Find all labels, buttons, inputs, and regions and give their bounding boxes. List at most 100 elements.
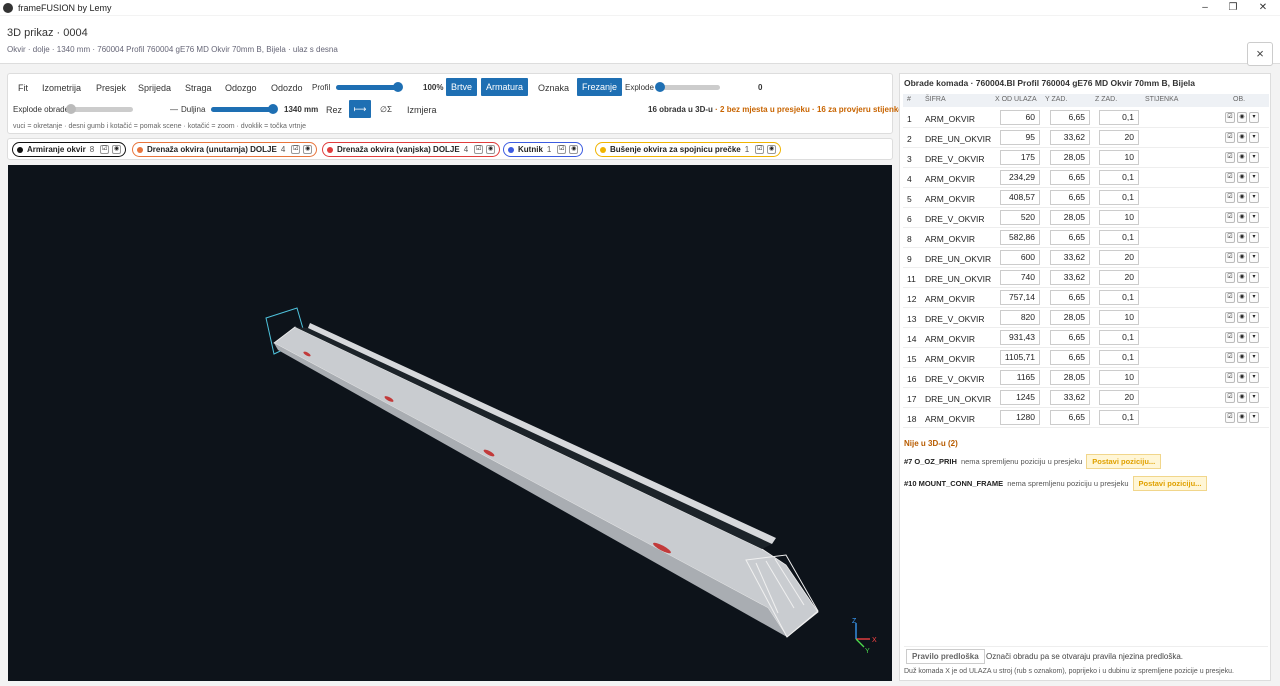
row-eye-icon[interactable]: ◉ [1237, 352, 1247, 363]
row-menu-icon[interactable]: ▾ [1249, 372, 1259, 383]
back-view-button[interactable]: Straga [185, 83, 212, 93]
row-eye-icon[interactable]: ◉ [1237, 312, 1247, 323]
row-menu-icon[interactable]: ▾ [1249, 192, 1259, 203]
row-menu-icon[interactable]: ▾ [1249, 292, 1259, 303]
table-row[interactable]: 5ARM_OKVIR408,576,650,1probija☑◉▾ [903, 188, 1269, 208]
table-row[interactable]: 17DRE_UN_OKVIR124533,62206.5 mm izvan pr… [903, 388, 1269, 408]
minimize-icon[interactable]: – [1190, 0, 1220, 15]
row-checkbox-icon[interactable]: ☑ [1225, 172, 1235, 183]
x-input[interactable]: 931,43 [1000, 330, 1040, 345]
layer-chip[interactable]: Kutnik 1 ☑ ◉ [503, 142, 584, 157]
close-window-icon[interactable]: ✕ [1248, 0, 1278, 15]
row-checkbox-icon[interactable]: ☑ [1225, 392, 1235, 403]
z-input[interactable]: 0,1 [1099, 190, 1139, 205]
z-input[interactable]: 20 [1099, 250, 1139, 265]
row-menu-icon[interactable]: ▾ [1249, 412, 1259, 423]
x-input[interactable]: 757,14 [1000, 290, 1040, 305]
row-checkbox-icon[interactable]: ☑ [1225, 212, 1235, 223]
y-input[interactable]: 6,65 [1050, 230, 1090, 245]
y-input[interactable]: 33,62 [1050, 270, 1090, 285]
close-button[interactable]: × [1247, 42, 1273, 66]
x-input[interactable]: 60 [1000, 110, 1040, 125]
z-input[interactable]: 10 [1099, 150, 1139, 165]
table-row[interactable]: 8ARM_OKVIR582,866,650,1probija☑◉▾ [903, 228, 1269, 248]
layer-checkbox-icon[interactable]: ☑ [755, 145, 765, 154]
z-input[interactable]: 0,1 [1099, 290, 1139, 305]
row-checkbox-icon[interactable]: ☑ [1225, 112, 1235, 123]
layer-checkbox-icon[interactable]: ☑ [557, 145, 567, 154]
profil-slider-knob[interactable] [393, 82, 403, 92]
row-checkbox-icon[interactable]: ☑ [1225, 412, 1235, 423]
table-row[interactable]: 6DRE_V_OKVIR52028,05103.7 mm izvan profi… [903, 208, 1269, 228]
x-input[interactable]: 95 [1000, 130, 1040, 145]
table-row[interactable]: 3DRE_V_OKVIR17528,05103.7 mm izvan profi… [903, 148, 1269, 168]
z-input[interactable]: 0,1 [1099, 410, 1139, 425]
row-checkbox-icon[interactable]: ☑ [1225, 312, 1235, 323]
z-input[interactable]: 0,1 [1099, 110, 1139, 125]
table-row[interactable]: 11DRE_UN_OKVIR74033,62206.5 mm izvan pro… [903, 268, 1269, 288]
frezanje-toggle[interactable]: Frezanje [577, 78, 623, 96]
z-input[interactable]: 0,1 [1099, 230, 1139, 245]
row-checkbox-icon[interactable]: ☑ [1225, 192, 1235, 203]
row-checkbox-icon[interactable]: ☑ [1225, 372, 1235, 383]
z-input[interactable]: 20 [1099, 270, 1139, 285]
row-menu-icon[interactable]: ▾ [1249, 252, 1259, 263]
z-input[interactable]: 0,1 [1099, 170, 1139, 185]
fit-button[interactable]: Fit [18, 83, 28, 93]
x-input[interactable]: 1280 [1000, 410, 1040, 425]
3d-viewport[interactable]: Z X Y [8, 165, 892, 681]
y-input[interactable]: 6,65 [1050, 330, 1090, 345]
table-row[interactable]: 4ARM_OKVIR234,296,650,1probija☑◉▾ [903, 168, 1269, 188]
layer-checkbox-icon[interactable]: ☑ [100, 145, 110, 154]
duljina-slider-knob[interactable] [268, 104, 278, 114]
row-menu-icon[interactable]: ▾ [1249, 272, 1259, 283]
row-eye-icon[interactable]: ◉ [1237, 332, 1247, 343]
z-input[interactable]: 0,1 [1099, 330, 1139, 345]
table-row[interactable]: 15ARM_OKVIR1105,716,650,1probija☑◉▾ [903, 348, 1269, 368]
section-button[interactable]: Presjek [96, 83, 126, 93]
table-row[interactable]: 13DRE_V_OKVIR82028,05103.7 mm izvan prof… [903, 308, 1269, 328]
x-input[interactable]: 820 [1000, 310, 1040, 325]
row-menu-icon[interactable]: ▾ [1249, 392, 1259, 403]
y-input[interactable]: 33,62 [1050, 250, 1090, 265]
layer-checkbox-icon[interactable]: ☑ [291, 145, 301, 154]
row-menu-icon[interactable]: ▾ [1249, 352, 1259, 363]
brtve-toggle[interactable]: Brtve [446, 78, 478, 96]
table-row[interactable]: 9DRE_UN_OKVIR60033,62206.5 mm izvan prof… [903, 248, 1269, 268]
row-menu-icon[interactable]: ▾ [1249, 212, 1259, 223]
x-input[interactable]: 582,86 [1000, 230, 1040, 245]
y-input[interactable]: 28,05 [1050, 210, 1090, 225]
profil-slider[interactable] [336, 82, 403, 92]
table-row[interactable]: 12ARM_OKVIR757,146,650,1probija☑◉▾ [903, 288, 1269, 308]
layer-chip[interactable]: Drenaža okvira (unutarnja) DOLJE 4 ☑ ◉ [132, 142, 318, 157]
row-eye-icon[interactable]: ◉ [1237, 152, 1247, 163]
row-checkbox-icon[interactable]: ☑ [1225, 152, 1235, 163]
row-menu-icon[interactable]: ▾ [1249, 332, 1259, 343]
row-menu-icon[interactable]: ▾ [1249, 312, 1259, 323]
row-eye-icon[interactable]: ◉ [1237, 232, 1247, 243]
x-input[interactable]: 740 [1000, 270, 1040, 285]
row-eye-icon[interactable]: ◉ [1237, 172, 1247, 183]
z-input[interactable]: 20 [1099, 390, 1139, 405]
row-checkbox-icon[interactable]: ☑ [1225, 132, 1235, 143]
x-input[interactable]: 175 [1000, 150, 1040, 165]
set-position-button[interactable]: Postavi poziciju... [1132, 476, 1208, 491]
izmjera-button[interactable]: Izmjera [407, 105, 437, 115]
row-eye-icon[interactable]: ◉ [1237, 112, 1247, 123]
row-checkbox-icon[interactable]: ☑ [1225, 232, 1235, 243]
row-menu-icon[interactable]: ▾ [1249, 112, 1259, 123]
row-eye-icon[interactable]: ◉ [1237, 192, 1247, 203]
explode-obrade-slider[interactable] [66, 104, 133, 114]
y-input[interactable]: 33,62 [1050, 390, 1090, 405]
row-eye-icon[interactable]: ◉ [1237, 212, 1247, 223]
row-menu-icon[interactable]: ▾ [1249, 172, 1259, 183]
z-input[interactable]: 20 [1099, 130, 1139, 145]
explode-slider[interactable] [655, 82, 720, 92]
y-input[interactable]: 6,65 [1050, 110, 1090, 125]
y-input[interactable]: 6,65 [1050, 290, 1090, 305]
layer-eye-icon[interactable]: ◉ [767, 145, 777, 154]
y-input[interactable]: 28,05 [1050, 310, 1090, 325]
table-row[interactable]: 1ARM_OKVIR606,650,1probija☑◉▾ [903, 108, 1269, 128]
x-input[interactable]: 520 [1000, 210, 1040, 225]
layer-chip[interactable]: Bušenje okvira za spojnicu prečke 1 ☑ ◉ [595, 142, 782, 157]
